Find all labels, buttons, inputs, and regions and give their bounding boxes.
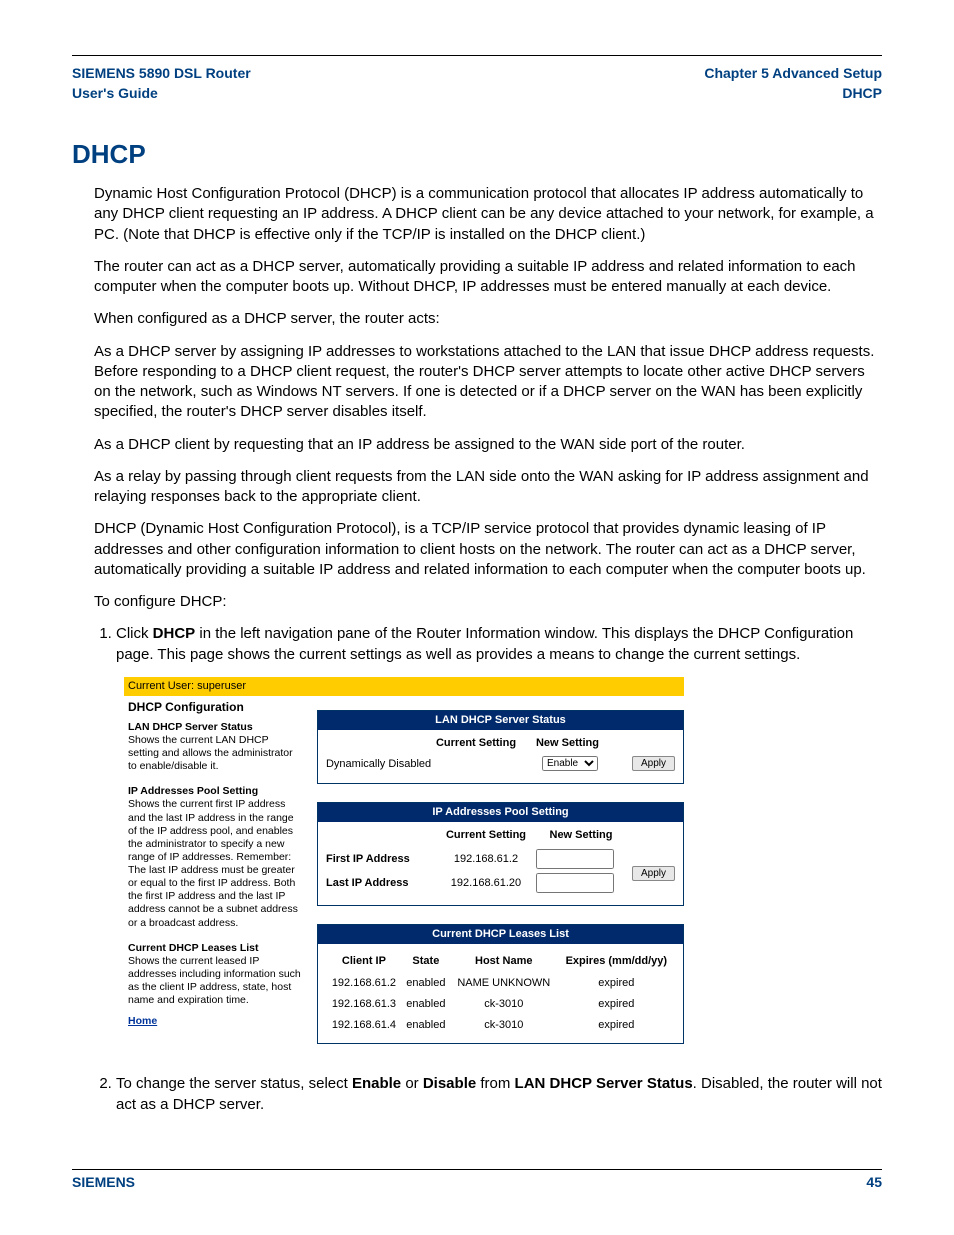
leases-table: Client IP State Host Name Expires (mm/dd… [326,950,675,1035]
pool-col-current: Current Setting [436,828,536,843]
panel-lan-status-title: LAN DHCP Server Status [318,711,683,730]
status-select[interactable]: Enable [542,756,598,771]
header-doc: User's Guide [72,84,251,104]
first-ip-value: 192.168.61.2 [436,852,536,867]
header-product: SIEMENS 5890 DSL Router [72,64,251,84]
footer-page-number: 45 [866,1174,882,1190]
para-summary: DHCP (Dynamic Host Configuration Protoco… [94,519,882,580]
current-user-bar: Current User: superuser [124,677,684,696]
th-expires: Expires (mm/dd/yy) [558,950,675,973]
panel-ip-pool: IP Addresses Pool Setting Current Settin… [317,802,684,906]
para-role-server: As a DHCP server by assigning IP address… [94,342,882,423]
current-setting-value: Dynamically Disabled [326,757,542,772]
header-section: DHCP [704,84,882,104]
para-intro-1: Dynamic Host Configuration Protocol (DHC… [94,184,882,245]
first-ip-label: First IP Address [326,852,436,867]
last-ip-label: Last IP Address [326,876,436,891]
last-ip-value: 192.168.61.20 [436,876,536,891]
step-2: To change the server status, select Enab… [116,1074,882,1115]
footer-brand: SIEMENS [72,1174,135,1190]
first-ip-input[interactable] [536,849,614,869]
step-1: Click DHCP in the left navigation pane o… [116,624,882,1062]
pool-col-new: New Setting [536,828,626,843]
info-lan-status-t: Shows the current LAN DHCP setting and a… [128,734,301,773]
page-footer: SIEMENS 45 [72,1169,882,1190]
info-pool-t: Shows the current first IP address and t… [128,798,301,929]
info-leases-t: Shows the current leased IP addresses in… [128,955,301,1008]
page-header: SIEMENS 5890 DSL Router User's Guide Cha… [72,56,882,111]
para-role-relay: As a relay by passing through client req… [94,467,882,508]
info-pool-h: IP Addresses Pool Setting [128,785,301,798]
th-client-ip: Client IP [326,950,402,973]
table-row: 192.168.61.3 enabled ck-3010 expired [326,994,675,1015]
th-host: Host Name [450,950,558,973]
para-configure: To configure DHCP: [94,592,882,612]
table-row: 192.168.61.2 enabled NAME UNKNOWN expire… [326,973,675,994]
last-ip-input[interactable] [536,873,614,893]
panel-ip-pool-title: IP Addresses Pool Setting [318,803,683,822]
apply-status-button[interactable]: Apply [632,756,675,771]
info-lan-status-h: LAN DHCP Server Status [128,721,301,734]
apply-pool-button[interactable]: Apply [632,866,675,881]
panel-lan-status: LAN DHCP Server Status Current Setting N… [317,710,684,785]
table-row: 192.168.61.4 enabled ck-3010 expired [326,1015,675,1036]
page-title: DHCP [72,139,882,170]
panel-leases: Current DHCP Leases List Client IP State… [317,924,684,1044]
col-current: Current Setting [436,736,536,751]
col-new: New Setting [536,736,626,751]
para-intro-2: The router can act as a DHCP server, aut… [94,257,882,298]
dhcp-config-screenshot: Current User: superuser DHCP Configurati… [124,677,684,1062]
para-role-client: As a DHCP client by requesting that an I… [94,435,882,455]
panel-leases-title: Current DHCP Leases List [318,925,683,944]
home-link[interactable]: Home [128,1015,301,1028]
config-title: DHCP Configuration [128,700,301,715]
left-info-pane: DHCP Configuration LAN DHCP Server Statu… [124,696,309,1063]
info-leases-h: Current DHCP Leases List [128,942,301,955]
header-chapter: Chapter 5 Advanced Setup [704,64,882,84]
para-intro-3: When configured as a DHCP server, the ro… [94,309,882,329]
th-state: State [402,950,450,973]
